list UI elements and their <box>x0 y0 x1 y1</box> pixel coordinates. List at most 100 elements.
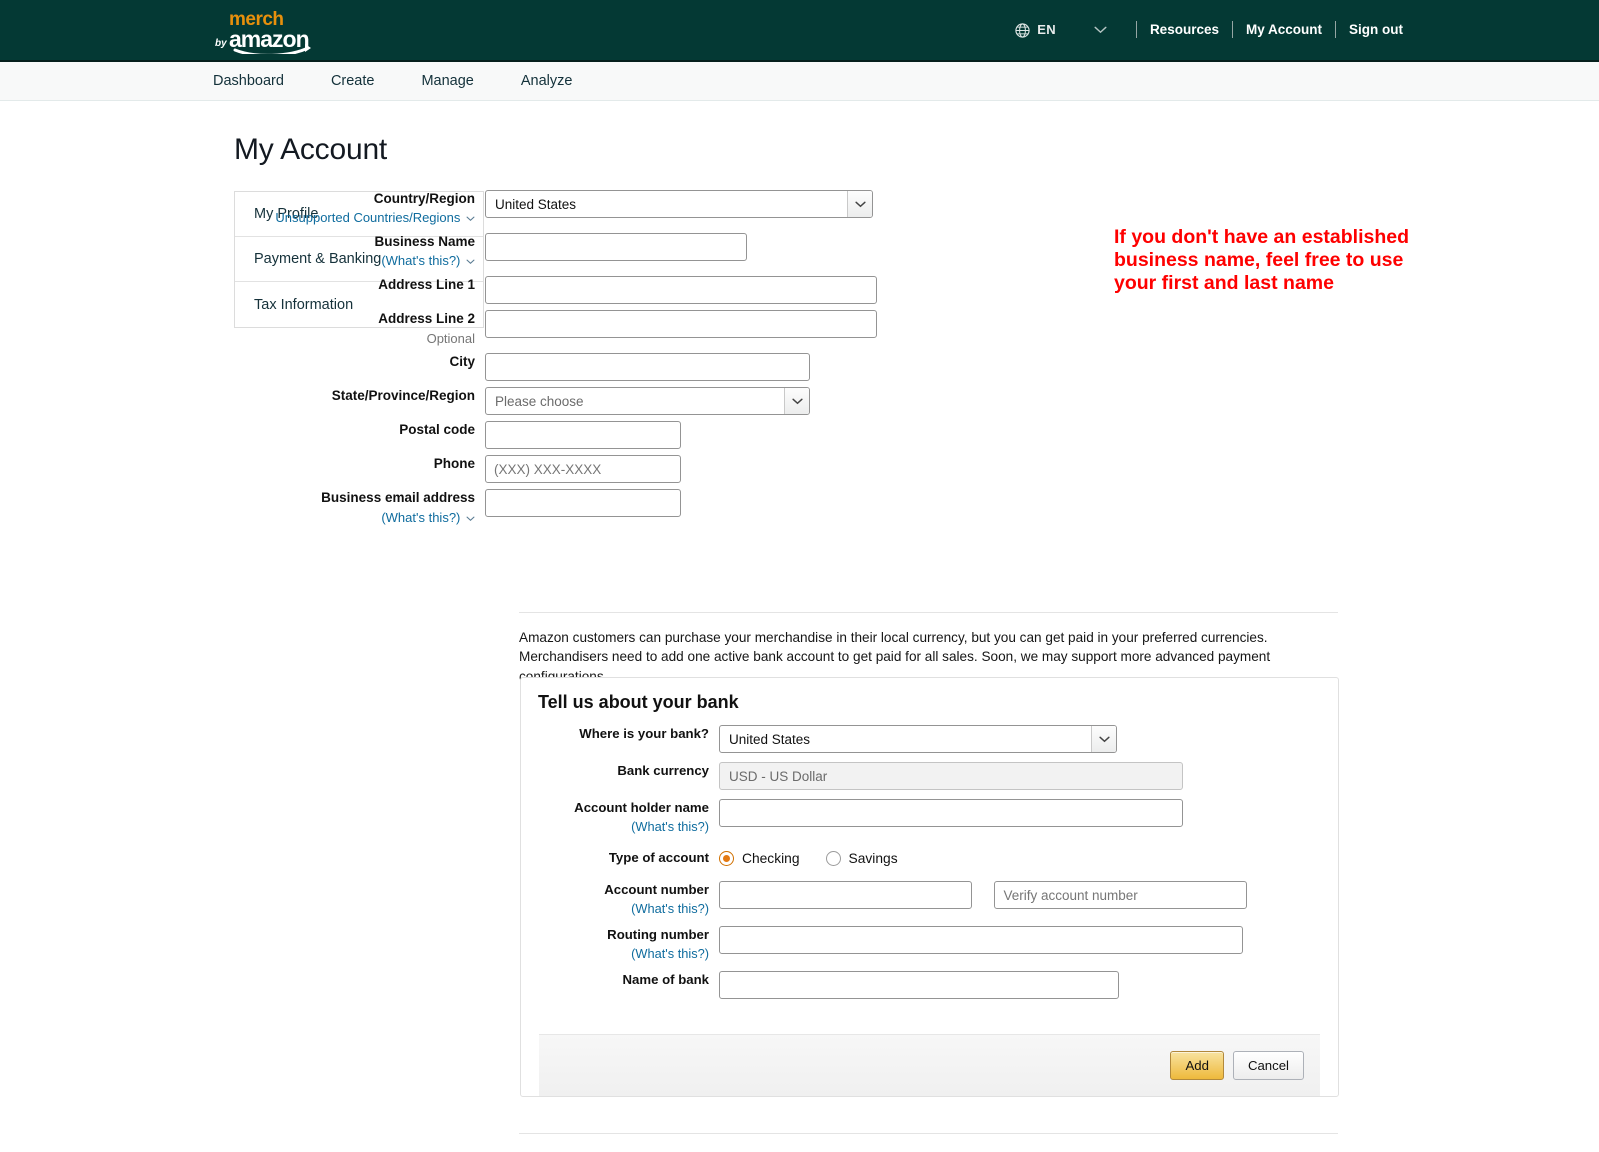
add-button[interactable]: Add <box>1170 1051 1224 1081</box>
chevron-down-icon[interactable] <box>466 214 475 225</box>
name-of-bank-input[interactable] <box>719 971 1119 1000</box>
chevron-down-icon[interactable] <box>847 191 872 217</box>
radio-label-checking[interactable]: Checking <box>742 851 800 866</box>
logo-svg: merch by amazon <box>215 9 311 57</box>
label-address-line-1: Address Line 1 <box>0 276 475 294</box>
label-type-of-account: Type of account <box>521 844 709 867</box>
language-chevron-down-icon[interactable] <box>1094 23 1107 36</box>
label-text: Routing number <box>607 927 709 943</box>
field-row-account-holder: Account holder name (What's this?) <box>521 799 1338 835</box>
control-account-holder <box>719 799 1183 827</box>
address-line-2-input[interactable] <box>485 309 877 338</box>
bank-card-title: Tell us about your bank <box>538 692 739 712</box>
label-text: Name of bank <box>622 972 709 988</box>
chevron-down-icon[interactable] <box>466 257 475 268</box>
label-text: Account number <box>604 882 709 898</box>
label-text: City <box>449 354 475 370</box>
label-text: Where is your bank? <box>579 726 709 741</box>
business-email-address-input[interactable] <box>485 489 681 518</box>
label-text: Business Name <box>374 233 475 249</box>
page-content: My Account <box>0 101 1599 167</box>
label-country-region: Country/Region Unsupported Countries/Regi… <box>0 190 475 227</box>
radio-label-savings[interactable]: Savings <box>849 851 898 866</box>
label-account-holder-name: Account holder name (What's this?) <box>521 799 709 835</box>
verify-account-number-input[interactable] <box>994 881 1248 910</box>
field-row-phone: Phone <box>0 455 1599 484</box>
field-row-country-region: Country/Region Unsupported Countries/Regi… <box>0 190 1599 227</box>
nav-item-analyze[interactable]: Analyze <box>521 73 573 89</box>
postal-code-input[interactable] <box>485 421 681 450</box>
field-row-postal-code: Postal code <box>0 421 1599 450</box>
field-row-address-line-2: Address Line 2 Optional <box>0 309 1599 348</box>
label-text: State/Province/Region <box>331 388 475 404</box>
label-bank-currency: Bank currency <box>521 762 709 780</box>
cancel-button[interactable]: Cancel <box>1232 1051 1304 1081</box>
bank-country-value: United States <box>729 731 811 747</box>
label-routing-number: Routing number (What's this?) <box>521 926 709 962</box>
whats-this-link[interactable]: (What's this?) <box>521 945 709 962</box>
label-where-is-your-bank: Where is your bank? <box>521 725 709 743</box>
merch-by-amazon-logo[interactable]: merch by amazon <box>213 6 323 57</box>
routing-number-input[interactable] <box>719 926 1243 955</box>
label-postal-code: Postal code <box>0 421 475 439</box>
city-input[interactable] <box>485 353 810 382</box>
field-row-city: City <box>0 353 1599 382</box>
header-link-sign-out[interactable]: Sign out <box>1349 22 1403 37</box>
bank-card-body: Where is your bank? United States Bank c… <box>521 725 1338 1026</box>
chevron-down-icon[interactable] <box>1091 726 1116 752</box>
whats-this-link[interactable]: (What's this?) <box>521 900 709 917</box>
address-line-1-input[interactable] <box>485 275 877 304</box>
nav-item-create[interactable]: Create <box>331 73 375 89</box>
label-text: Bank currency <box>617 763 709 778</box>
whats-this-link[interactable]: (What's this?) <box>200 509 475 527</box>
whats-this-link[interactable]: (What's this?) <box>521 818 709 835</box>
control-postal-code <box>485 421 681 450</box>
field-row-business-email-address: Business email address (What's this?) <box>0 489 1599 526</box>
account-type-radio-group: Checking Savings <box>719 844 924 872</box>
header-link-resources[interactable]: Resources <box>1150 22 1219 37</box>
state-province-region-select[interactable]: Please choose <box>485 387 810 416</box>
section-divider <box>519 612 1338 613</box>
unsupported-countries-link[interactable]: Unsupported Countries/Regions <box>200 209 475 227</box>
nav-item-manage[interactable]: Manage <box>421 73 473 89</box>
control-bank-country: United States <box>719 725 1117 753</box>
label-text: Business email address <box>321 490 475 506</box>
label-phone: Phone <box>0 455 475 473</box>
header-link-my-account[interactable]: My Account <box>1246 22 1322 37</box>
label-text: Type of account <box>608 850 709 866</box>
field-row-state-province-region: State/Province/Region Please choose <box>0 387 1599 416</box>
label-account-number: Account number (What's this?) <box>521 881 709 917</box>
annotation-business-name-note: If you don't have an established busines… <box>1114 226 1410 294</box>
control-business-email-address <box>485 489 681 518</box>
state-province-region-selected-value: Please choose <box>495 393 584 409</box>
field-row-account-type: Type of account Checking Savings <box>521 844 1338 872</box>
country-region-select[interactable]: United States <box>485 190 873 218</box>
control-state-province-region: Please choose <box>485 387 810 416</box>
label-text: Phone <box>433 456 475 472</box>
control-city <box>485 353 810 382</box>
control-address-line-1 <box>485 275 877 304</box>
field-row-bank-currency: Bank currency USD - US Dollar <box>521 762 1338 790</box>
control-business-name <box>485 232 747 261</box>
nav-divider <box>1335 20 1336 38</box>
whats-this-link[interactable]: (What's this?) <box>200 252 475 270</box>
chevron-down-icon[interactable] <box>784 388 809 415</box>
field-row-routing-number: Routing number (What's this?) <box>521 926 1338 962</box>
control-bank-currency: USD - US Dollar <box>719 762 1183 790</box>
label-city: City <box>0 353 475 371</box>
language-label[interactable]: EN <box>1037 22 1056 37</box>
nav-item-dashboard[interactable]: Dashboard <box>213 73 284 89</box>
business-name-input[interactable] <box>485 232 747 261</box>
account-holder-name-input[interactable] <box>719 799 1183 827</box>
radio-savings[interactable] <box>825 850 841 866</box>
phone-input[interactable] <box>485 455 681 484</box>
chevron-down-icon[interactable] <box>466 514 475 525</box>
nav-divider <box>1231 20 1233 38</box>
field-row-bank-country: Where is your bank? United States <box>521 725 1338 753</box>
bank-country-select[interactable]: United States <box>719 725 1117 753</box>
radio-checking[interactable] <box>719 850 734 866</box>
control-bank-name <box>719 971 1119 1000</box>
label-text: Account holder name <box>574 800 709 815</box>
account-number-input[interactable] <box>719 881 972 910</box>
label-business-email-address: Business email address (What's this?) <box>0 489 475 526</box>
